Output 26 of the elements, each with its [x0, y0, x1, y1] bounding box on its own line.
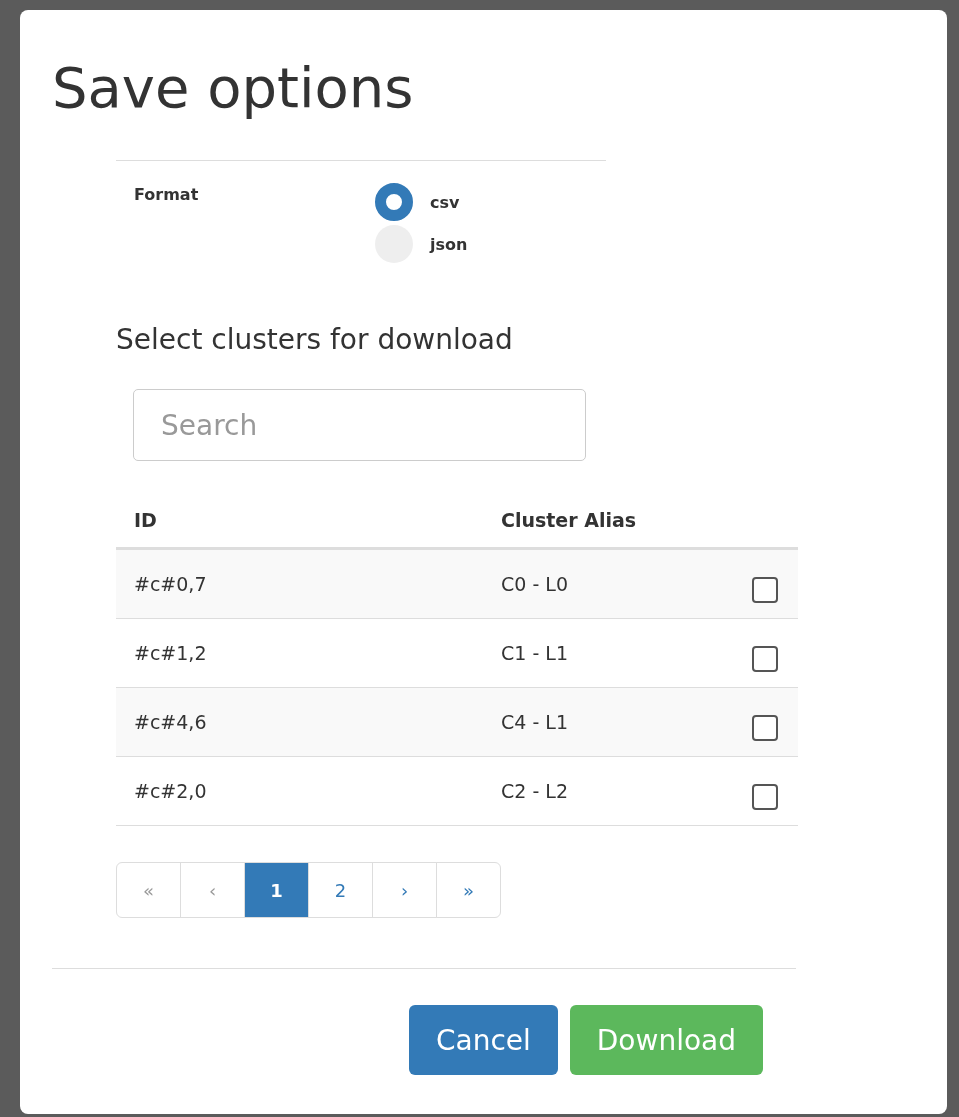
table-cell-text: #c#4,6	[134, 711, 208, 733]
checkbox[interactable]	[752, 646, 778, 672]
radio-label: csv	[430, 192, 460, 212]
section-heading: Select clusters for download	[116, 323, 514, 356]
table-cell-text: C1 - L1	[501, 642, 569, 664]
table-cell-text: #c#1,2	[134, 642, 208, 664]
checkbox[interactable]	[752, 577, 778, 603]
checkbox[interactable]	[752, 715, 778, 741]
page-button[interactable]: 2	[308, 862, 373, 918]
table-cell-text: #c#2,0	[134, 780, 208, 802]
table-cell-text: C0 - L0	[501, 573, 569, 595]
format-label: Format	[133, 184, 200, 206]
table-cell-text: #c#0,7	[134, 573, 208, 595]
checkbox[interactable]	[752, 784, 778, 810]
search-field[interactable]: Search	[133, 389, 586, 461]
radio-button[interactable]	[375, 183, 413, 221]
download-button[interactable]: Download	[569, 1005, 763, 1075]
page-button[interactable]: ›	[372, 862, 437, 918]
table-cell-text: C2 - L2	[501, 780, 569, 802]
cancel-button[interactable]: Cancel	[408, 1005, 558, 1075]
page-button[interactable]: 1	[244, 862, 309, 918]
table-cell-text: C4 - L1	[501, 711, 569, 733]
page-button[interactable]: »	[436, 862, 501, 918]
column-header: Cluster Alias	[501, 509, 638, 531]
column-header: ID	[134, 509, 158, 531]
radio-label: json	[430, 234, 468, 254]
